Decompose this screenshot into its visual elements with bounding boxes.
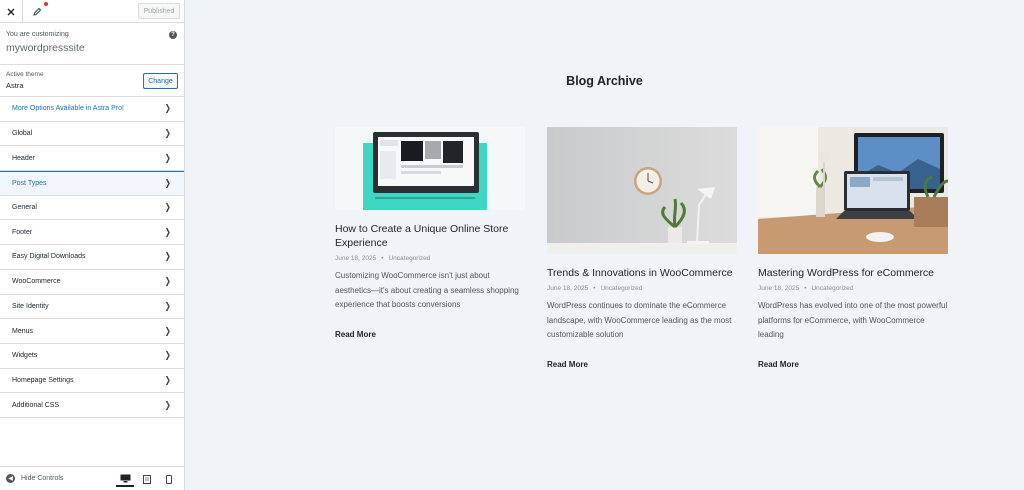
menu-item-label: Footer xyxy=(12,228,33,236)
post-excerpt: WordPress has evolved into one of the mo… xyxy=(758,301,948,339)
menu-item-widgets[interactable]: Widgets ❯ xyxy=(0,344,184,369)
chevron-right-icon: ❯ xyxy=(165,276,172,287)
post-category[interactable]: Uncategorized xyxy=(388,255,430,262)
post-date: June 18, 2025 xyxy=(758,285,800,292)
menu-item-label: Additional CSS xyxy=(12,401,60,409)
menu-item-general[interactable]: General ❯ xyxy=(0,196,184,221)
post-card: How to Create a Unique Online Store Expe… xyxy=(335,127,525,339)
menu-item-header[interactable]: Header ❯ xyxy=(0,146,184,172)
customizer-menu: More Options Available in Astra Pro! ❯ Glo… xyxy=(0,97,184,418)
chevron-right-icon: ❯ xyxy=(165,226,172,237)
menu-item-label: Post Types xyxy=(12,179,47,187)
post-excerpt: WordPress continues to dominate the eCom… xyxy=(547,301,732,339)
menu-item-label: Easy Digital Downloads xyxy=(12,253,86,261)
change-theme-button[interactable]: Change xyxy=(143,73,178,89)
customizer-sidebar: Published You are customizing mywordpres… xyxy=(0,0,185,490)
post-title[interactable]: How to Create a Unique Online Store Expe… xyxy=(335,222,525,250)
unsaved-indicator xyxy=(44,2,48,6)
chevron-right-icon: ❯ xyxy=(165,325,172,336)
mobile-icon[interactable] xyxy=(160,471,178,487)
post-title[interactable]: Trends & Innovations in WooCommerce xyxy=(547,266,737,280)
chevron-right-icon: ❯ xyxy=(165,202,172,213)
publish-button[interactable]: Published xyxy=(138,3,180,19)
menu-item-label: Global xyxy=(12,130,33,138)
post-title[interactable]: Mastering WordPress for eCommerce xyxy=(758,266,948,280)
menu-item-label: Site Identity xyxy=(12,302,49,310)
hide-controls-button[interactable]: ◀ Hide Controls xyxy=(6,474,63,483)
chevron-right-icon: ❯ xyxy=(165,350,172,361)
menu-item-footer[interactable]: Footer ❯ xyxy=(0,220,184,246)
device-switcher xyxy=(116,471,178,487)
customizer-topbar: Published xyxy=(0,0,184,23)
post-excerpt: Customizing WooCommerce isn't just about… xyxy=(335,271,519,309)
read-more-link[interactable]: Read More xyxy=(335,330,525,339)
chevron-right-icon: ❯ xyxy=(165,103,172,114)
chevron-right-icon: ❯ xyxy=(165,177,172,188)
menu-item-label: Header xyxy=(12,154,35,162)
menu-item-menus[interactable]: Menus ❯ xyxy=(0,319,184,344)
customizer-footer: ◀ Hide Controls xyxy=(0,466,184,490)
chevron-right-icon: ❯ xyxy=(165,300,172,311)
customizing-info: You are customizing mywordpresssite ? xyxy=(0,23,184,65)
post-meta: June 18, 2025 • Uncategorized xyxy=(547,285,643,292)
post-thumbnail[interactable] xyxy=(335,127,525,210)
page-title: Blog Archive xyxy=(566,74,643,88)
post-category[interactable]: Uncategorized xyxy=(600,285,642,292)
hide-controls-icon: ◀ xyxy=(6,474,15,483)
menu-item-easy-digital-downloads[interactable]: Easy Digital Downloads ❯ xyxy=(0,245,184,270)
menu-item-label: WooCommerce xyxy=(12,278,61,286)
chevron-right-icon: ❯ xyxy=(165,399,172,410)
post-card: Trends & Innovations in WooCommerce June… xyxy=(547,127,737,369)
post-meta: June 18, 2025 • Uncategorized xyxy=(335,255,431,262)
active-theme: Active theme Astra Change xyxy=(0,65,184,97)
chevron-right-icon: ❯ xyxy=(165,152,172,163)
hide-controls-label: Hide Controls xyxy=(21,475,64,482)
post-thumbnail[interactable] xyxy=(547,127,737,254)
site-name: mywordpresssite xyxy=(6,42,85,54)
read-more-link[interactable]: Read More xyxy=(547,360,737,369)
tablet-icon[interactable] xyxy=(138,471,156,487)
menu-item-additional-css[interactable]: Additional CSS ❯ xyxy=(0,393,184,418)
menu-item-more-options-available-in-astra-pro[interactable]: More Options Available in Astra Pro! ❯ xyxy=(0,97,184,122)
site-preview: Blog Archive How to Create a Unique Onli… xyxy=(185,0,1024,490)
chevron-right-icon: ❯ xyxy=(165,374,172,385)
menu-item-label: Homepage Settings xyxy=(12,376,74,384)
chevron-right-icon: ❯ xyxy=(165,251,172,262)
post-date: June 18, 2025 xyxy=(335,255,377,262)
post-date: June 18, 2025 xyxy=(547,285,589,292)
post-category[interactable]: Uncategorized xyxy=(811,285,853,292)
desktop-icon[interactable] xyxy=(116,471,134,487)
menu-item-label: Widgets xyxy=(12,352,38,360)
post-thumbnail[interactable] xyxy=(758,127,948,254)
chevron-right-icon: ❯ xyxy=(165,128,172,139)
customizing-label: You are customizing xyxy=(6,31,69,38)
read-more-link[interactable]: Read More xyxy=(758,360,948,369)
menu-item-label: General xyxy=(12,204,37,212)
close-icon[interactable] xyxy=(0,0,23,23)
menu-item-woocommerce[interactable]: WooCommerce ❯ xyxy=(0,270,184,295)
menu-item-post-types[interactable]: Post Types ❯ xyxy=(0,171,184,196)
post-meta: June 18, 2025 • Uncategorized xyxy=(758,285,854,292)
menu-item-site-identity[interactable]: Site Identity ❯ xyxy=(0,295,184,320)
menu-item-homepage-settings[interactable]: Homepage Settings ❯ xyxy=(0,369,184,394)
post-card: Mastering WordPress for eCommerce June 1… xyxy=(758,127,948,369)
menu-item-label: Menus xyxy=(12,327,34,335)
menu-item-label: More Options Available in Astra Pro! xyxy=(12,105,124,113)
menu-item-global[interactable]: Global ❯ xyxy=(0,122,184,147)
help-icon[interactable]: ? xyxy=(169,31,177,39)
